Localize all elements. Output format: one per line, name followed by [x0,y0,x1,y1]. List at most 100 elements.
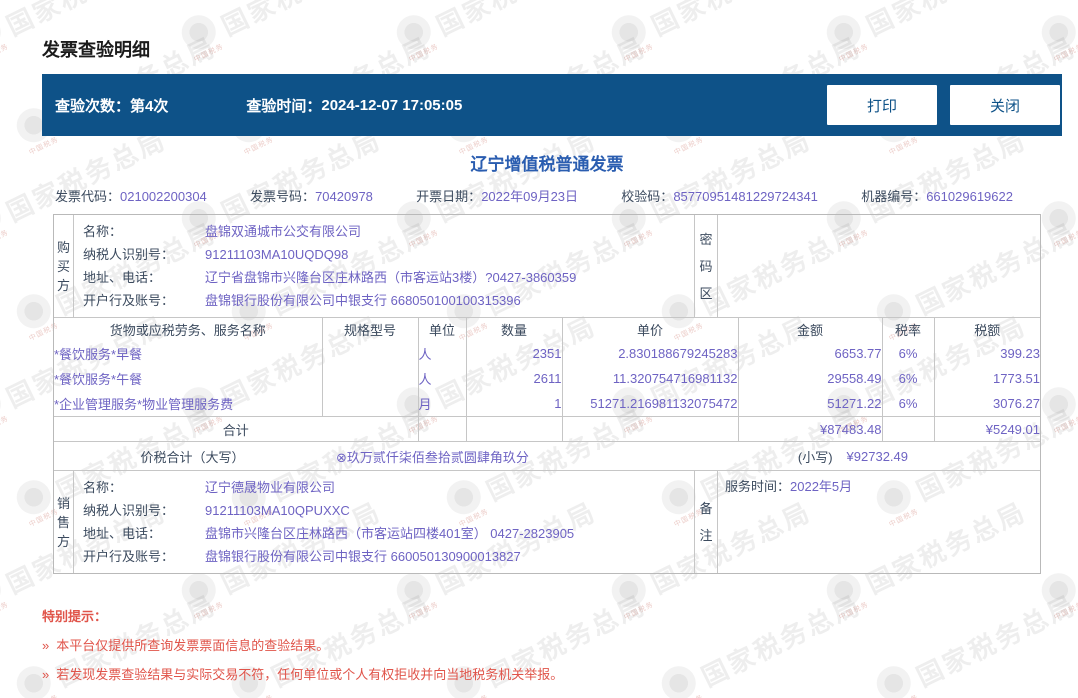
buyer-taxid-label: 纳税人识别号： [83,247,175,262]
password-area-label: 密码区 [699,231,713,301]
item-amount: 51271.22 [738,391,883,417]
check-code: 校验码：85770951481229724341 [621,188,818,206]
header-name: 货物或应税劳务、服务名称 [54,318,323,341]
notice-text: 本平台仅提供所查询发票票面信息的查验结果。 [56,638,330,653]
check-count: 查验次数： 第4次 [55,95,168,116]
total-unit-empty [418,416,467,441]
seller-name-row: 名称： 辽宁德晟物业有限公司 [74,476,694,499]
seller-bank-value: 盘锦银行股份有限公司中银支行 660050130900013827 [205,549,521,564]
items-section: 货物或应税劳务、服务名称 规格型号 单位 数量 单价 金额 税率 税额 *餐饮服… [54,317,1040,441]
item-row: *餐饮服务*午餐 人 2611 11.320754716981132 29558… [54,366,1040,391]
notice-item: » 若发现发票查验结果与实际交易不符，任何单位或个人有权拒收并向当地税务机关举报。 [42,667,1062,683]
verification-toolbar: 查验次数： 第4次 查验时间： 2024-12-07 17:05:05 打印 关… [42,74,1062,136]
chevron-icon: » [42,638,50,653]
remark-label: 备注 [699,501,713,543]
item-spec [322,366,419,391]
notice-item: » 本平台仅提供所查询发票票面信息的查验结果。 [42,638,1062,654]
service-time-value: 2022年5月 [790,479,853,494]
item-spec [322,341,419,366]
invoice: 辽宁增值税普通发票 发票代码：021002200304 发票号码：7042097… [53,150,1041,574]
item-row: *企业管理服务*物业管理服务费 月 1 51271.21698113207547… [54,391,1040,417]
total-label: 合计 [54,416,419,441]
page-title: 发票查验明细 [42,40,150,60]
seller-taxid-value: 91211103MA10QPUXXC [205,503,350,518]
seller-address-label: 地址、电话： [83,526,162,541]
seller-name-value: 辽宁德晟物业有限公司 [205,480,336,495]
seller-name-label: 名称： [83,480,123,495]
buyer-address-label: 地址、电话： [83,270,162,285]
notices-title: 特别提示： [42,609,108,624]
item-price: 51271.216981132075472 [562,391,739,417]
invoice-date-label: 开票日期： [416,189,482,204]
invoice-code-value: 021002200304 [120,189,207,204]
item-rate: 6% [882,341,935,366]
invoice-date-value: 2022年09月23日 [481,189,579,204]
invoice-box: 购买方 名称： 盘锦双通城市公交有限公司 纳税人识别号： 91211103MA10U… [53,214,1041,574]
header-unit: 单位 [418,318,467,341]
total-amount: ¥87483.48 [738,416,883,441]
invoice-number: 发票号码：70420978 [250,188,373,206]
header-price: 单价 [562,318,739,341]
seller-taxid-label: 纳税人识别号： [83,503,175,518]
item-tax: 1773.51 [993,371,1040,386]
check-time-label: 查验时间： [246,97,322,115]
item-amount: 29558.49 [738,366,883,391]
special-notices: 特别提示： » 本平台仅提供所查询发票票面信息的查验结果。 » 若发现发票查验结果与… [42,606,1062,683]
password-area [718,215,1040,317]
item-unit: 人 [418,341,467,366]
machine-number: 机器编号：661029619622 [861,188,1013,206]
item-name: *餐饮服务*早餐 [54,341,323,366]
close-button[interactable]: 关闭 [950,85,1060,125]
buyer-taxid-row: 纳税人识别号： 91211103MA10UQDQ98 [74,243,694,266]
item-unit: 人 [418,366,467,391]
check-count-value: 第4次 [130,97,169,115]
invoice-number-value: 70420978 [315,189,373,204]
invoice-verification-page: 发票查验明细 查验次数： 第4次 查验时间： 2024-12-07 17:05:… [0,0,1078,683]
notice-text: 若发现发票查验结果与实际交易不符，任何单位或个人有权拒收并向当地税务机关举报。 [56,667,564,682]
sum-label: 价税合计（大写） [140,449,245,465]
item-amount: 6653.77 [738,341,883,366]
buyer-bank-label: 开户行及账号： [83,293,175,308]
machine-number-label: 机器编号： [861,189,927,204]
remark-content: 服务时间：2022年5月 [718,471,1040,497]
sum-lowercase-value: ¥92732.49 [846,448,908,464]
service-time-label: 服务时间： [725,479,791,494]
item-name: *企业管理服务*物业管理服务费 [54,391,323,417]
sum-row: 价税合计（大写） ⊗玖万贰仟柒佰叁拾贰圆肆角玖分 (小写) ¥92732.49 [54,441,1040,470]
seller-fields: 名称： 辽宁德晟物业有限公司 纳税人识别号： 91211103MA10QPUXXC … [74,471,694,573]
seller-taxid-row: 纳税人识别号： 91211103MA10QPUXXC [74,499,694,522]
invoice-title: 辽宁增值税普通发票 [470,155,624,174]
item-name: *餐饮服务*午餐 [54,366,323,391]
remark-label-col: 备注 [694,471,718,573]
remark-area: 服务时间：2022年5月 [718,471,1040,573]
invoice-code-label: 发票代码： [55,189,121,204]
buyer-section: 购买方 名称： 盘锦双通城市公交有限公司 纳税人识别号： 91211103MA10U… [54,215,1040,317]
total-tax: ¥5249.01 [934,416,1040,441]
seller-bank-row: 开户行及账号： 盘锦银行股份有限公司中银支行 660050130900013827 [74,545,694,568]
buyer-taxid-value: 91211103MA10UQDQ98 [205,247,349,262]
buyer-bank-row: 开户行及账号： 盘锦银行股份有限公司中银支行 668050100100315396 [74,289,694,312]
total-qty-empty [466,416,563,441]
buyer-name-label: 名称： [83,224,123,239]
header-tax: 税额 [974,323,1001,338]
items-total-row: 合计 ¥87483.48 ¥5249.01 [54,416,1040,441]
header-amount: 金额 [738,318,883,341]
chevron-icon: » [42,667,50,682]
total-price-empty [562,416,739,441]
check-time: 查验时间： 2024-12-07 17:05:05 [246,95,462,116]
check-time-value: 2024-12-07 17:05:05 [321,96,463,114]
print-button[interactable]: 打印 [827,85,937,125]
header-spec: 规格型号 [322,318,419,341]
buyer-bank-value: 盘锦银行股份有限公司中银支行 668050100100315396 [205,293,521,308]
item-rate: 6% [882,391,935,417]
buyer-name-row: 名称： 盘锦双通城市公交有限公司 [74,220,694,243]
item-price: 2.830188679245283 [562,341,739,366]
buyer-address-value: 辽宁省盘锦市兴隆台区庄林路西（市客运站3楼）?0427-3860359 [205,270,577,285]
header-qty: 数量 [466,318,563,341]
sum-lowercase-label: (小写) [797,449,833,465]
invoice-code: 发票代码：021002200304 [55,188,207,206]
item-tax: 3076.27 [993,396,1040,411]
item-qty: 2351 [466,341,563,366]
check-count-label: 查验次数： [55,97,131,115]
item-price: 11.320754716981132 [562,366,739,391]
